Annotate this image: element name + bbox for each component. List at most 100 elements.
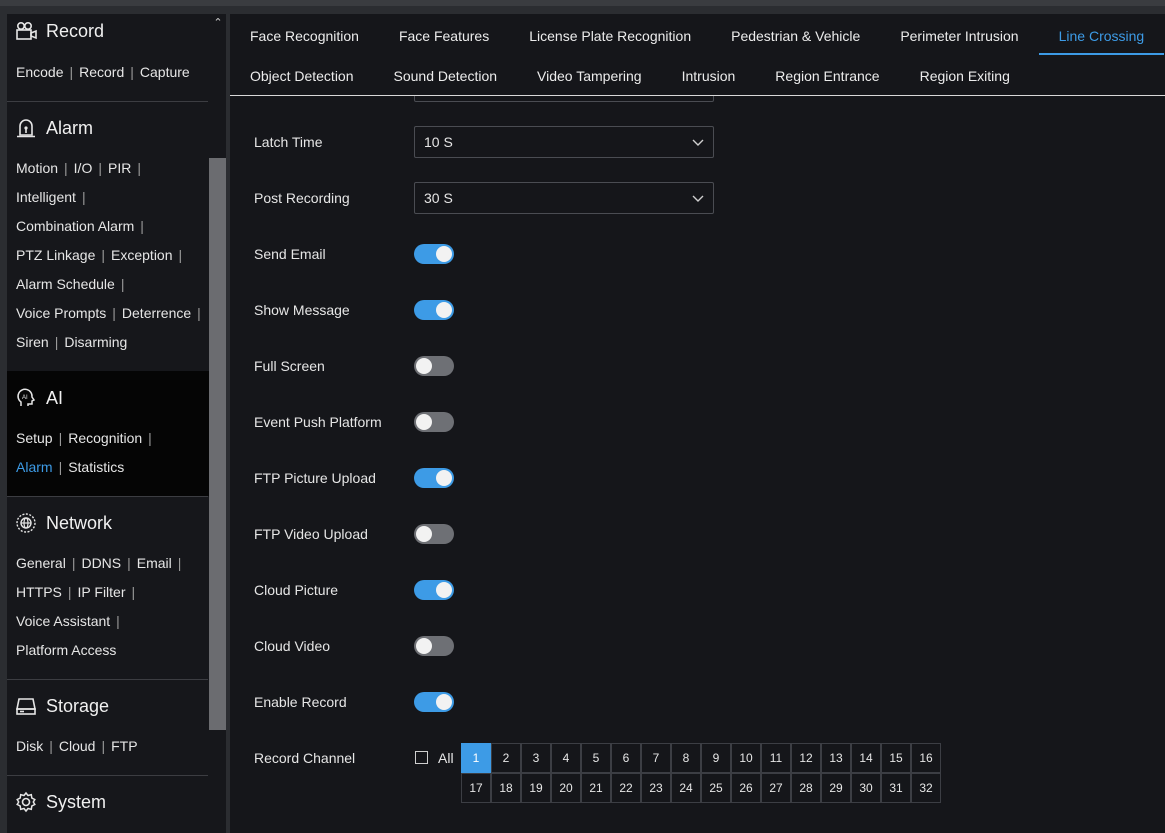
post-recording-select[interactable]: 30 S — [414, 182, 714, 214]
sidebar-scrollbar-thumb[interactable] — [209, 158, 226, 730]
channel-cell-3[interactable]: 3 — [521, 743, 551, 773]
tab-object-detection[interactable]: Object Detection — [230, 55, 374, 95]
channel-cell-14[interactable]: 14 — [851, 743, 881, 773]
channel-cell-10[interactable]: 10 — [731, 743, 761, 773]
top-bar — [0, 0, 1165, 6]
sidebar-header-network[interactable]: Network — [15, 509, 112, 537]
sidebar-link-pir[interactable]: PIR — [108, 160, 131, 176]
tab-license-plate-recognition[interactable]: License Plate Recognition — [509, 15, 711, 55]
tab-region-entrance[interactable]: Region Entrance — [755, 55, 899, 95]
sidebar-link-https[interactable]: HTTPS — [16, 584, 62, 600]
channel-cell-17[interactable]: 17 — [461, 773, 491, 803]
sidebar-link-alarm[interactable]: Alarm — [16, 459, 53, 475]
tab-perimeter-intrusion[interactable]: Perimeter Intrusion — [880, 15, 1038, 55]
sidebar-link-combination-alarm[interactable]: Combination Alarm — [16, 218, 134, 234]
ftp-picture-upload-row: FTP Picture Upload — [254, 462, 1154, 494]
channel-cell-4[interactable]: 4 — [551, 743, 581, 773]
channel-cell-20[interactable]: 20 — [551, 773, 581, 803]
cloud-picture-toggle[interactable] — [414, 580, 454, 600]
sidebar-link-voice-prompts[interactable]: Voice Prompts — [16, 305, 106, 321]
channel-cell-13[interactable]: 13 — [821, 743, 851, 773]
channel-cell-26[interactable]: 26 — [731, 773, 761, 803]
scrolled-select-field[interactable] — [414, 96, 714, 102]
channel-cell-23[interactable]: 23 — [641, 773, 671, 803]
channel-cell-31[interactable]: 31 — [881, 773, 911, 803]
sidebar-header-ai[interactable]: AI AI — [15, 384, 63, 412]
channel-cell-21[interactable]: 21 — [581, 773, 611, 803]
sidebar-link-disarming[interactable]: Disarming — [64, 334, 127, 350]
channel-cell-19[interactable]: 19 — [521, 773, 551, 803]
gear-icon — [15, 791, 37, 813]
channel-cell-5[interactable]: 5 — [581, 743, 611, 773]
tab-sound-detection[interactable]: Sound Detection — [374, 55, 518, 95]
full-screen-toggle[interactable] — [414, 356, 454, 376]
sidebar-link-platform-access[interactable]: Platform Access — [16, 642, 116, 658]
sidebar-link-disk[interactable]: Disk — [16, 738, 43, 754]
sidebar-link-voice-assistant[interactable]: Voice Assistant — [16, 613, 110, 629]
sidebar-link-capture[interactable]: Capture — [140, 64, 190, 80]
sidebar-link-record[interactable]: Record — [79, 64, 124, 80]
sidebar-link-intelligent[interactable]: Intelligent — [16, 189, 76, 205]
sidebar-link-motion[interactable]: Motion — [16, 160, 58, 176]
sidebar-link-email[interactable]: Email — [137, 555, 172, 571]
sidebar-header-storage[interactable]: Storage — [15, 692, 109, 720]
enable-record-toggle[interactable] — [414, 692, 454, 712]
sidebar-link-statistics[interactable]: Statistics — [68, 459, 124, 475]
sidebar-link-setup[interactable]: Setup — [16, 430, 53, 446]
tab-intrusion[interactable]: Intrusion — [662, 55, 756, 95]
link-separator: | — [101, 247, 106, 263]
all-channels-checkbox[interactable] — [415, 751, 428, 764]
channel-cell-32[interactable]: 32 — [911, 773, 941, 803]
sidebar-link-deterrence[interactable]: Deterrence — [122, 305, 191, 321]
sidebar-link-ip-filter[interactable]: IP Filter — [78, 584, 126, 600]
sidebar-link-cloud[interactable]: Cloud — [59, 738, 96, 754]
channel-cell-22[interactable]: 22 — [611, 773, 641, 803]
sidebar-link-ptz-linkage[interactable]: PTZ Linkage — [16, 247, 95, 263]
sidebar-link-alarm-schedule[interactable]: Alarm Schedule — [16, 276, 115, 292]
channel-cell-12[interactable]: 12 — [791, 743, 821, 773]
collapse-up-icon[interactable]: ⌃ — [211, 17, 225, 29]
tab-face-recognition[interactable]: Face Recognition — [230, 15, 379, 55]
sidebar-link-general[interactable]: General — [16, 555, 66, 571]
channel-cell-18[interactable]: 18 — [491, 773, 521, 803]
tab-line-crossing[interactable]: Line Crossing — [1038, 15, 1165, 55]
tab-video-tampering[interactable]: Video Tampering — [517, 55, 662, 95]
sidebar-link-exception[interactable]: Exception — [111, 247, 172, 263]
channel-cell-27[interactable]: 27 — [761, 773, 791, 803]
channel-cell-25[interactable]: 25 — [701, 773, 731, 803]
ftp-picture-upload-toggle[interactable] — [414, 468, 454, 488]
sidebar-link-i-o[interactable]: I/O — [74, 160, 93, 176]
show-message-toggle[interactable] — [414, 300, 454, 320]
channel-cell-6[interactable]: 6 — [611, 743, 641, 773]
cloud-video-toggle[interactable] — [414, 636, 454, 656]
latch-time-select[interactable]: 10 S — [414, 126, 714, 158]
sidebar-header-alarm[interactable]: Alarm — [15, 114, 93, 142]
channel-cell-2[interactable]: 2 — [491, 743, 521, 773]
channel-cell-30[interactable]: 30 — [851, 773, 881, 803]
sidebar-link-ddns[interactable]: DDNS — [81, 555, 121, 571]
channel-cell-28[interactable]: 28 — [791, 773, 821, 803]
hard-drive-icon — [15, 695, 37, 717]
channel-cell-16[interactable]: 16 — [911, 743, 941, 773]
sidebar-header-system[interactable]: System — [15, 788, 106, 816]
channel-cell-29[interactable]: 29 — [821, 773, 851, 803]
tab-pedestrian-vehicle[interactable]: Pedestrian & Vehicle — [711, 15, 880, 55]
channel-cell-9[interactable]: 9 — [701, 743, 731, 773]
sidebar-link-siren[interactable]: Siren — [16, 334, 49, 350]
sidebar-link-recognition[interactable]: Recognition — [68, 430, 142, 446]
channel-cell-15[interactable]: 15 — [881, 743, 911, 773]
tab-row-1: Face Recognition Face Features License Pla… — [230, 15, 1164, 55]
event-push-platform-toggle[interactable] — [414, 412, 454, 432]
sidebar-link-ftp[interactable]: FTP — [111, 738, 137, 754]
channel-cell-11[interactable]: 11 — [761, 743, 791, 773]
tab-face-features[interactable]: Face Features — [379, 15, 509, 55]
channel-cell-8[interactable]: 8 — [671, 743, 701, 773]
channel-cell-1[interactable]: 1 — [461, 743, 491, 773]
tab-region-exiting[interactable]: Region Exiting — [900, 55, 1030, 95]
send-email-toggle[interactable] — [414, 244, 454, 264]
sidebar-link-encode[interactable]: Encode — [16, 64, 63, 80]
channel-cell-7[interactable]: 7 — [641, 743, 671, 773]
channel-cell-24[interactable]: 24 — [671, 773, 701, 803]
ftp-video-upload-toggle[interactable] — [414, 524, 454, 544]
sidebar-header-record[interactable]: Record — [15, 17, 104, 45]
